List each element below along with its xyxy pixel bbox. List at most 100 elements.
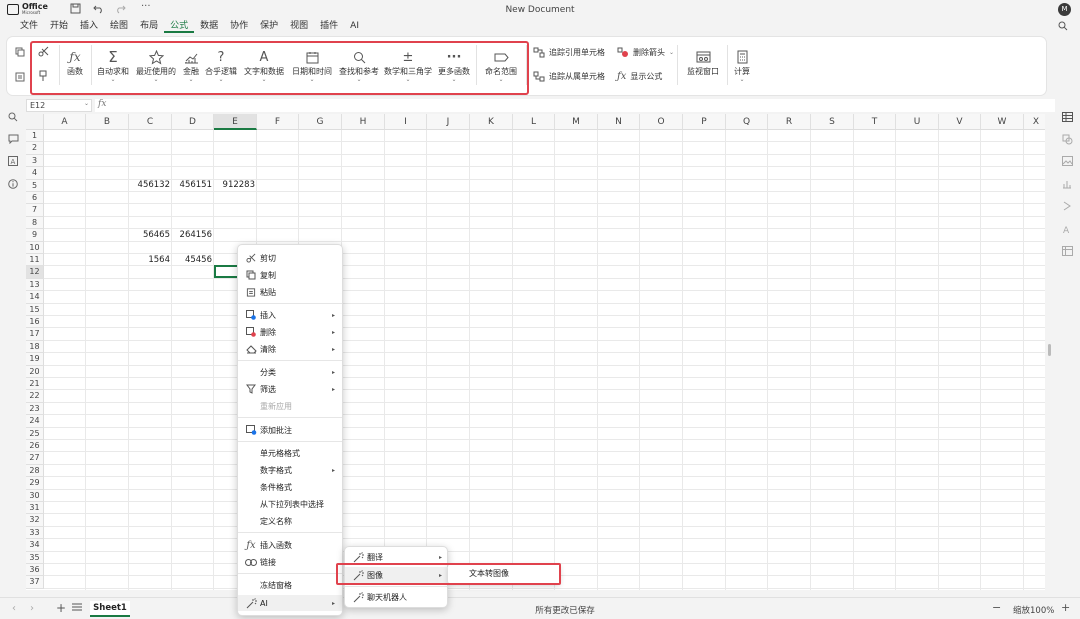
menu-cut[interactable]: 剪切 [238,250,342,266]
row-header-31[interactable]: 31 [26,502,44,515]
image-settings-icon[interactable] [1062,156,1073,166]
menu-sort[interactable]: 分类 ▸ [238,364,342,380]
row-header-18[interactable]: 18 [26,340,44,354]
row-header-14[interactable]: 14 [26,291,44,304]
scroll-thumb[interactable] [1048,344,1051,356]
menu-filter[interactable]: 筛选 ▸ [238,381,342,397]
menu-clear[interactable]: 清除 ▸ [238,341,342,357]
col-header-k[interactable]: K [470,114,513,130]
row-header-30[interactable]: 30 [26,489,44,502]
col-header-q[interactable]: Q [726,114,768,130]
tab-plugins[interactable]: 插件 [314,19,344,33]
col-header-o[interactable]: O [640,114,683,130]
row-header-2[interactable]: 2 [26,142,44,155]
tab-protect[interactable]: 保护 [254,19,284,33]
search-icon[interactable] [1058,21,1068,31]
menu-pick-from-list[interactable]: 从下拉列表中选择 [238,496,342,512]
menu-copy[interactable]: 复制 [238,267,342,283]
text-art-settings-icon[interactable]: A [1062,224,1072,234]
col-header-j[interactable]: J [427,114,470,130]
namebox-dropdown-icon[interactable]: ⌄ [84,100,89,107]
col-header-n[interactable]: N [598,114,640,130]
row-header-36[interactable]: 36 [26,564,44,577]
trace-precedents-button[interactable]: 追踪引用单元格 [533,47,605,58]
col-header-t[interactable]: T [854,114,896,130]
menu-freeze-panes[interactable]: 冻结窗格 [238,577,342,593]
select-all-corner[interactable] [26,114,44,130]
tab-view[interactable]: 视图 [284,19,314,33]
row-header-10[interactable]: 10 [26,241,44,254]
formula-input[interactable]: fx [95,99,1055,112]
zoom-level[interactable]: 缩放100% [1013,604,1054,616]
col-header-x[interactable]: X [1024,114,1045,130]
col-header-f[interactable]: F [257,114,299,130]
avatar[interactable]: M [1058,3,1071,16]
row-header-15[interactable]: 15 [26,303,44,316]
row-header-21[interactable]: 21 [26,378,44,391]
cell-settings-icon[interactable] [1062,112,1073,122]
menu-define-name[interactable]: 定义名称 [238,513,342,529]
tab-ai[interactable]: AI [344,19,365,33]
menu-conditional-format[interactable]: 条件格式 [238,479,342,495]
row-header-24[interactable]: 24 [26,415,44,428]
cell-c11[interactable]: 1564 [129,254,172,266]
row-header-3[interactable]: 3 [26,154,44,168]
col-header-w[interactable]: W [981,114,1024,130]
row-header-28[interactable]: 28 [26,464,44,478]
tab-data[interactable]: 数据 [194,19,224,33]
col-header-r[interactable]: R [768,114,811,130]
shape-settings-icon[interactable] [1062,134,1073,145]
col-header-l[interactable]: L [513,114,555,130]
row-header-12[interactable]: 12 [26,266,44,279]
col-header-s[interactable]: S [811,114,854,130]
row-header-23[interactable]: 23 [26,402,44,416]
row-header-7[interactable]: 7 [26,204,44,217]
cell-d11[interactable]: 45456 [172,254,214,266]
tab-collaborate[interactable]: 协作 [224,19,254,33]
pivot-settings-icon[interactable] [1062,246,1073,256]
watch-window-button[interactable]: 监视窗口 [683,47,723,77]
cell-d9[interactable]: 264156 [172,229,214,241]
tab-draw[interactable]: 绘图 [104,19,134,33]
spreadsheet-grid[interactable]: ABCDEFGHIJKLMNOPQRSTUVWX 1 2 3 4 5 6 7 8 9 10 11 12… [26,114,1045,590]
row-header-26[interactable]: 26 [26,440,44,453]
menu-chatbot[interactable]: 聊天机器人 [345,589,449,605]
cell-d5[interactable]: 456151 [172,179,214,191]
calculate-button[interactable]: 计算 ⌄ [731,47,753,83]
row-header-37[interactable]: 37 [26,576,44,589]
cell-c9[interactable]: 56465 [129,229,172,241]
col-header-p[interactable]: P [683,114,726,130]
name-box[interactable]: E12 [26,99,92,112]
row-header-1[interactable]: 1 [26,130,44,143]
menu-ai[interactable]: AI ▸ [238,595,342,611]
tab-file[interactable]: 文件 [14,19,44,33]
text-box-icon[interactable]: A [8,156,18,166]
col-header-e[interactable]: E [214,114,257,130]
col-header-h[interactable]: H [342,114,385,130]
menu-number-format[interactable]: 数字格式 ▸ [238,462,342,478]
col-header-b[interactable]: B [86,114,129,130]
menu-paste[interactable]: 粘贴 [238,284,342,300]
row-header-25[interactable]: 25 [26,427,44,440]
row-header-13[interactable]: 13 [26,278,44,292]
signature-settings-icon[interactable] [1062,201,1072,211]
menu-link[interactable]: 链接 [238,554,342,570]
cell-c5[interactable]: 456132 [129,179,172,191]
tab-layout[interactable]: 布局 [134,19,164,33]
row-header-29[interactable]: 29 [26,477,44,490]
zoom-in-icon[interactable]: + [1061,601,1070,614]
row-header-9[interactable]: 9 [26,229,44,242]
tab-formulas[interactable]: 公式 [164,19,195,33]
row-header-16[interactable]: 16 [26,316,44,329]
menu-insert[interactable]: 插入 ▸ [238,307,342,323]
col-header-d[interactable]: D [172,114,214,130]
menu-insert-function[interactable]: ƒx 插入函数 [238,537,342,553]
row-header-33[interactable]: 33 [26,526,44,540]
col-header-u[interactable]: U [896,114,939,130]
row-header-11[interactable]: 11 [26,254,44,267]
row-header-5[interactable]: 5 [26,179,44,192]
row-header-19[interactable]: 19 [26,353,44,366]
trace-dependents-button[interactable]: 追踪从属单元格 [533,71,605,82]
row-header-35[interactable]: 35 [26,551,44,564]
row-header-4[interactable]: 4 [26,167,44,180]
